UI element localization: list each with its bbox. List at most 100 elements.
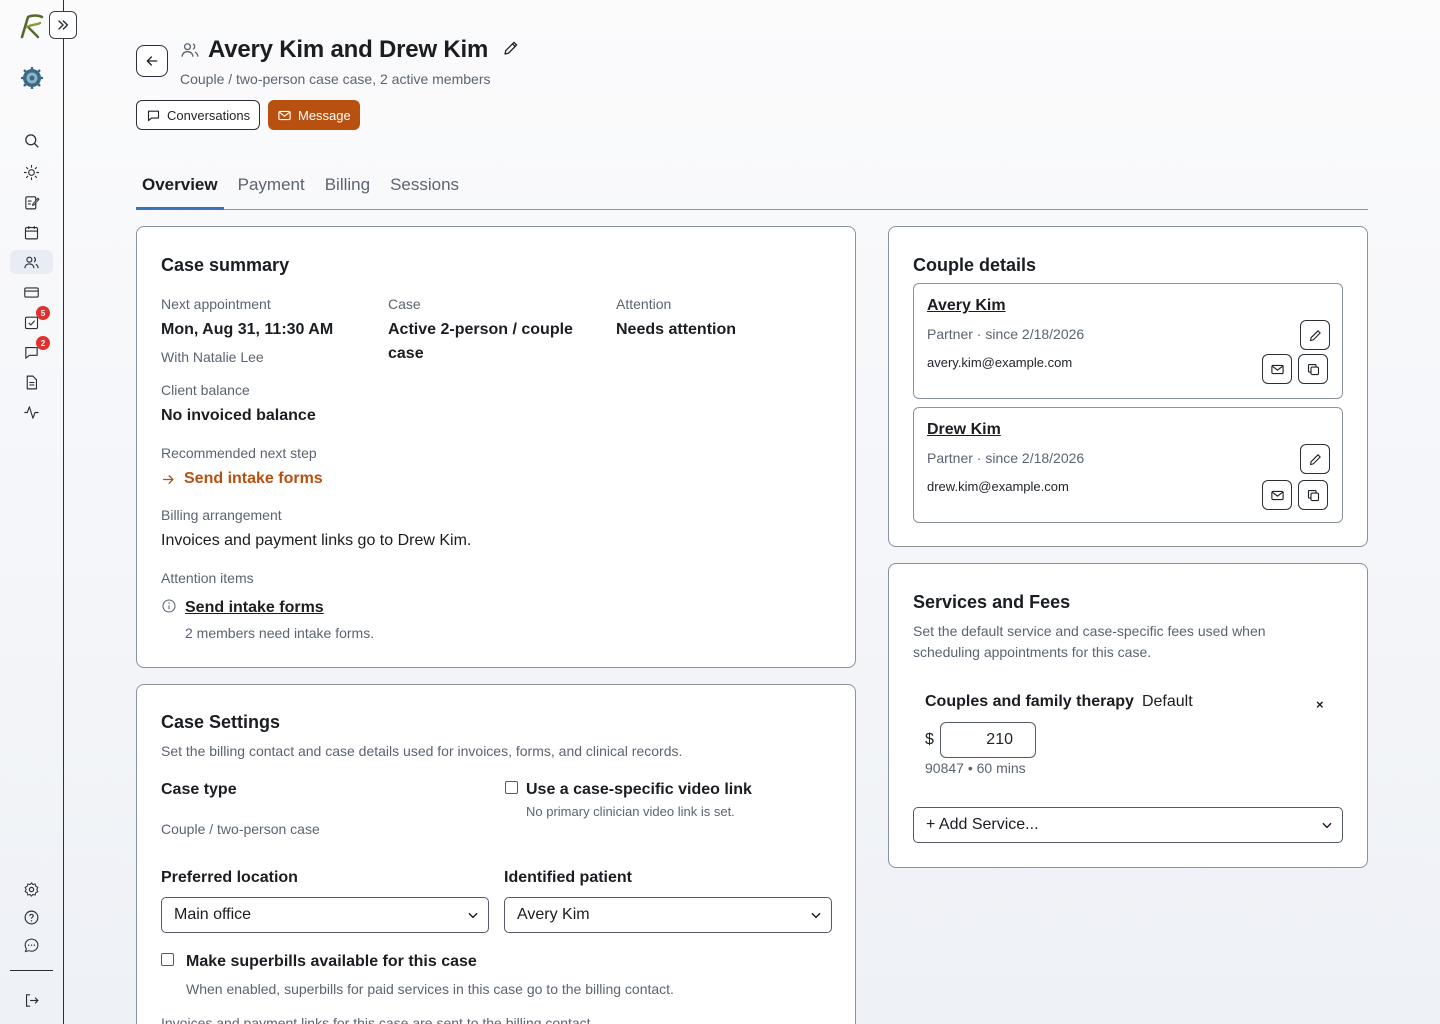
nav-settings[interactable] — [10, 877, 53, 901]
search-icon — [25, 133, 39, 148]
superbills-label: Make superbills available for this case — [186, 953, 477, 970]
nav-calendar[interactable] — [10, 220, 53, 244]
case-type-value: Couple / two-person case — [161, 821, 320, 837]
chevron-down-icon — [468, 912, 478, 919]
case-settings-title: Case Settings — [161, 712, 281, 732]
superbills-desc: When enabled, superbills for paid servic… — [186, 981, 674, 997]
tasks-badge: 5 — [36, 306, 50, 320]
currency-symbol: $ — [925, 731, 934, 748]
nav-feedback[interactable] — [10, 933, 53, 957]
member-card: Drew Kim Partner · since 2/18/2026 drew.… — [913, 407, 1343, 523]
nav-notes[interactable] — [10, 190, 53, 214]
nav-help[interactable] — [10, 905, 53, 929]
member-role: Partner · since 2/18/2026 — [927, 450, 1085, 466]
case-value-line2: case — [388, 345, 424, 362]
remove-service-button[interactable]: × — [1316, 697, 1324, 712]
tab-overview[interactable]: Overview — [136, 168, 224, 210]
mail-icon — [1270, 364, 1284, 374]
nav-activity[interactable] — [10, 400, 53, 424]
add-service-select[interactable]: + Add Service... — [913, 807, 1343, 843]
identified-patient-value: Avery Kim — [517, 906, 590, 923]
member-name-link[interactable]: Avery Kim — [927, 297, 1006, 315]
recommended-label: Recommended next step — [161, 445, 317, 461]
member-card: Avery Kim Partner · since 2/18/2026 aver… — [913, 283, 1343, 399]
chevron-down-icon — [1322, 822, 1332, 829]
chevron-down-icon — [811, 912, 821, 919]
edit-member-button[interactable] — [1300, 320, 1330, 350]
video-link-label: Use a case-specific video link — [526, 781, 752, 798]
billing-arrangement-label: Billing arrangement — [161, 507, 282, 523]
service-row-header: Couples and family therapy Default — [925, 693, 1193, 711]
back-button[interactable] — [136, 45, 168, 77]
users-icon — [181, 43, 199, 57]
users-icon — [24, 256, 39, 268]
case-type-label: Case type — [161, 781, 237, 798]
case-label: Case — [388, 296, 421, 312]
superbills-checkbox[interactable] — [161, 953, 174, 966]
next-appointment-with: With Natalie Lee — [161, 349, 264, 365]
case-value-line1: Active 2-person / couple — [388, 321, 573, 338]
service-name: Couples and family therapy — [925, 693, 1134, 710]
conversations-button[interactable]: Conversations — [136, 100, 261, 130]
nav-tasks[interactable]: 5 — [10, 306, 53, 334]
copy-email-button[interactable] — [1298, 480, 1328, 510]
services-fees-card: Services and Fees Set the default servic… — [888, 563, 1368, 868]
member-name-link[interactable]: Drew Kim — [927, 421, 1001, 439]
nav-clients[interactable] — [10, 250, 53, 274]
edit-member-button[interactable] — [1300, 444, 1330, 474]
help-circle-icon — [24, 910, 39, 924]
info-icon — [161, 598, 177, 619]
identified-patient-select[interactable]: Avery Kim — [504, 897, 832, 933]
messages-badge: 2 — [36, 336, 50, 350]
sidebar-divider — [10, 970, 53, 971]
video-link-checkbox[interactable] — [505, 781, 518, 794]
attention-item-link[interactable]: Send intake forms — [185, 599, 324, 617]
page-title: Avery Kim and Drew Kim — [208, 36, 489, 63]
recommended-next-step-link[interactable]: Send intake forms — [161, 470, 323, 488]
service-fee-input[interactable]: 210 — [940, 722, 1036, 758]
sidebar: 5 2 — [0, 0, 64, 1024]
nav-logout[interactable] — [10, 988, 53, 1012]
pencil-icon — [504, 41, 518, 55]
preferred-location-label: Preferred location — [161, 869, 298, 886]
tab-payment[interactable]: Payment — [232, 168, 311, 210]
logout-icon — [25, 993, 39, 1007]
notes-edit-icon — [25, 195, 40, 209]
tab-sessions[interactable]: Sessions — [384, 168, 465, 210]
expand-sidebar-button[interactable] — [49, 11, 77, 39]
nav-dashboard[interactable] — [10, 160, 53, 184]
message-label: Message — [298, 107, 351, 123]
attention-value: Needs attention — [616, 321, 737, 338]
attention-item-desc: 2 members need intake forms. — [185, 625, 375, 641]
conversations-label: Conversations — [167, 107, 251, 123]
email-member-button[interactable] — [1262, 480, 1292, 510]
email-member-button[interactable] — [1262, 354, 1292, 384]
video-link-desc: No primary clinician video link is set. — [526, 804, 735, 819]
copy-email-button[interactable] — [1298, 354, 1328, 384]
edit-title-button[interactable] — [502, 39, 520, 62]
member-email: avery.kim@example.com — [927, 355, 1073, 370]
app-logo[interactable] — [18, 12, 46, 40]
message-button[interactable]: Message — [268, 100, 360, 130]
arrow-left-icon — [146, 56, 158, 66]
service-meta: 90847 • 60 mins — [925, 760, 1026, 776]
client-balance-label: Client balance — [161, 382, 250, 398]
services-description-line1: Set the default service and case-specifi… — [913, 623, 1266, 639]
mail-icon — [278, 110, 291, 120]
couple-details-title: Couple details — [913, 255, 1037, 275]
pencil-icon — [1309, 453, 1321, 465]
next-appointment-value: Mon, Aug 31, 11:30 AM — [161, 321, 334, 338]
message-square-icon — [147, 110, 160, 121]
nav-messages[interactable]: 2 — [10, 336, 53, 364]
preferred-location-select[interactable]: Main office — [161, 897, 489, 933]
pencil-icon — [1309, 329, 1321, 341]
practice-logo-icon[interactable] — [20, 66, 44, 90]
case-summary-title: Case summary — [161, 255, 290, 275]
nav-documents[interactable] — [10, 370, 53, 394]
attention-items-label: Attention items — [161, 570, 254, 586]
document-icon — [26, 375, 38, 389]
nav-search[interactable] — [10, 128, 53, 152]
preferred-location-value: Main office — [174, 906, 252, 923]
tab-billing[interactable]: Billing — [319, 168, 376, 210]
nav-billing[interactable] — [10, 280, 53, 304]
